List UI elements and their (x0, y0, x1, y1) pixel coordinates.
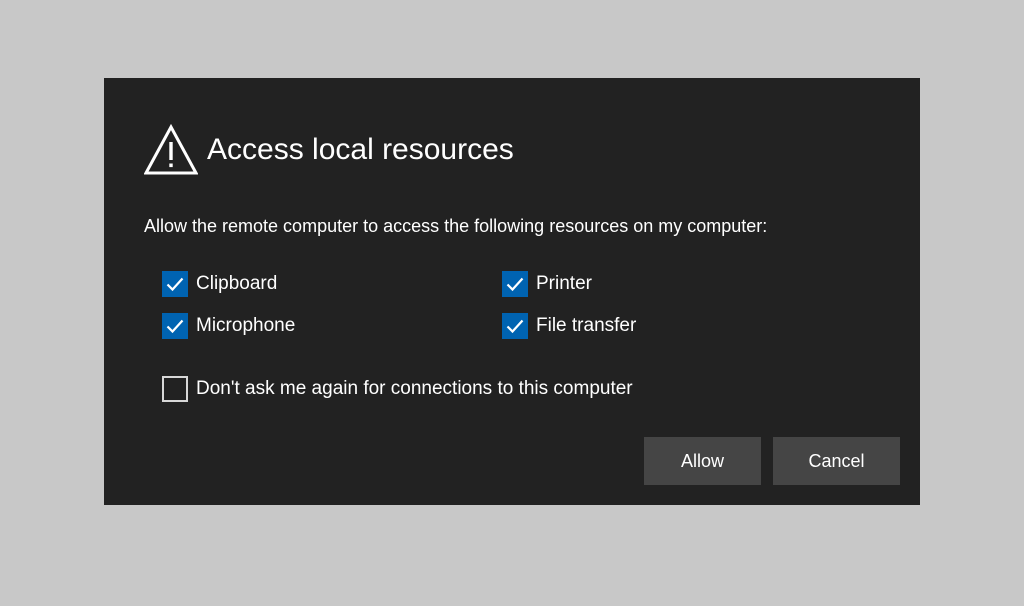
checkbox-unchecked-icon (162, 376, 188, 402)
access-resources-dialog: Access local resources Allow the remote … (104, 78, 920, 505)
microphone-checkbox[interactable]: Microphone (162, 313, 295, 339)
checkbox-checked-icon (502, 271, 528, 297)
dialog-header: Access local resources (144, 122, 514, 178)
clipboard-label: Clipboard (196, 273, 278, 294)
dialog-title: Access local resources (207, 133, 514, 166)
file-transfer-checkbox[interactable]: File transfer (502, 313, 636, 339)
microphone-label: Microphone (196, 315, 296, 336)
dont-ask-again-label: Don't ask me again for connections to th… (196, 378, 633, 399)
checkbox-checked-icon (162, 271, 188, 297)
dialog-prompt: Allow the remote computer to access the … (144, 216, 768, 236)
clipboard-checkbox[interactable]: Clipboard (162, 271, 277, 297)
printer-label: Printer (536, 273, 592, 294)
printer-checkbox[interactable]: Printer (502, 271, 592, 297)
dont-ask-again-checkbox[interactable]: Don't ask me again for connections to th… (162, 376, 633, 402)
allow-button[interactable]: Allow (644, 437, 761, 485)
cancel-button[interactable]: Cancel (773, 437, 900, 485)
file-transfer-label: File transfer (536, 315, 637, 336)
checkbox-checked-icon (162, 313, 188, 339)
checkbox-checked-icon (502, 313, 528, 339)
warning-icon (144, 124, 198, 175)
